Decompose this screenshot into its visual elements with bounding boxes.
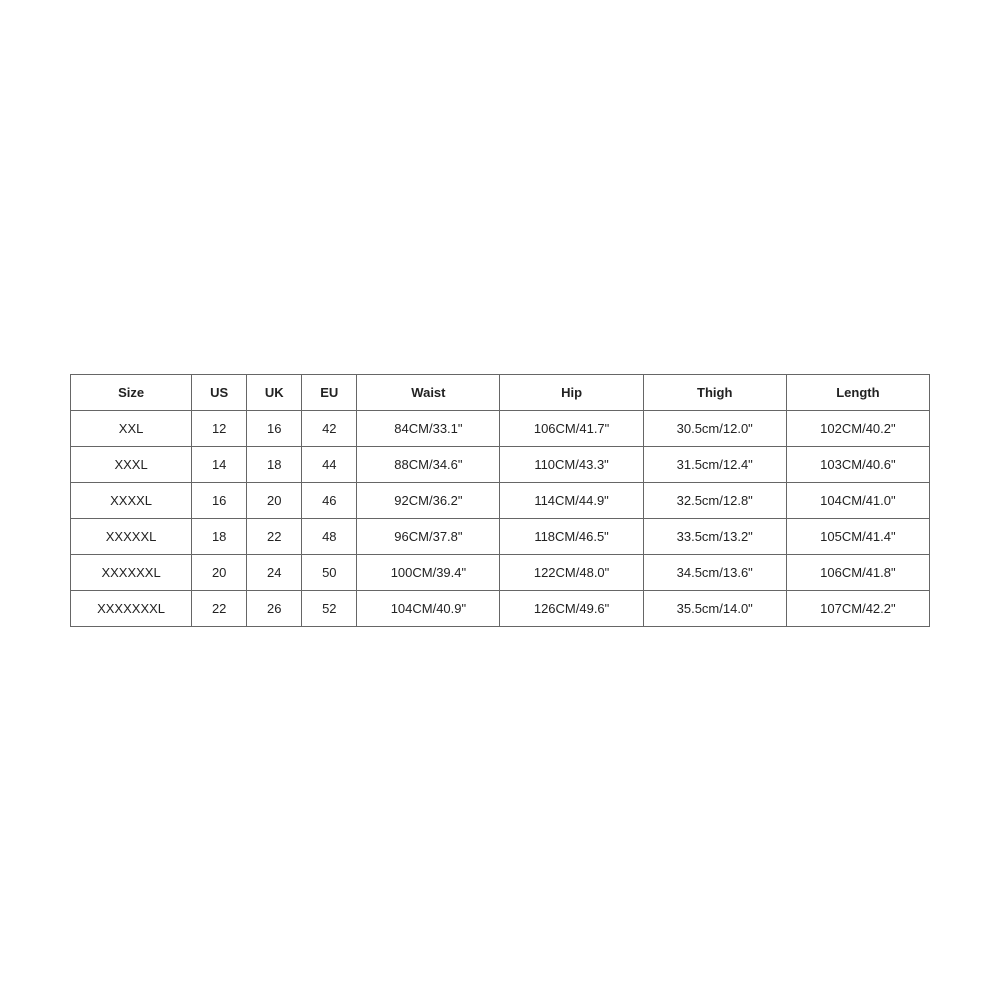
- cell-us: 18: [192, 518, 247, 554]
- cell-uk: 26: [247, 590, 302, 626]
- cell-uk: 24: [247, 554, 302, 590]
- header-hip: Hip: [500, 374, 643, 410]
- cell-waist: 92CM/36.2": [357, 482, 500, 518]
- cell-size: XXXXXL: [71, 518, 192, 554]
- cell-waist: 100CM/39.4": [357, 554, 500, 590]
- cell-length: 106CM/41.8": [786, 554, 929, 590]
- cell-hip: 106CM/41.7": [500, 410, 643, 446]
- header-eu: EU: [302, 374, 357, 410]
- cell-size: XXXXXXXL: [71, 590, 192, 626]
- header-waist: Waist: [357, 374, 500, 410]
- cell-us: 16: [192, 482, 247, 518]
- cell-thigh: 33.5cm/13.2": [643, 518, 786, 554]
- cell-eu: 50: [302, 554, 357, 590]
- header-length: Length: [786, 374, 929, 410]
- cell-eu: 44: [302, 446, 357, 482]
- cell-hip: 114CM/44.9": [500, 482, 643, 518]
- cell-thigh: 35.5cm/14.0": [643, 590, 786, 626]
- cell-hip: 118CM/46.5": [500, 518, 643, 554]
- cell-uk: 16: [247, 410, 302, 446]
- size-chart-container: Size US UK EU Waist Hip Thigh Length XXL…: [70, 374, 930, 627]
- cell-us: 12: [192, 410, 247, 446]
- cell-size: XXXXL: [71, 482, 192, 518]
- table-row: XXXXXXXL222652104CM/40.9"126CM/49.6"35.5…: [71, 590, 930, 626]
- cell-thigh: 30.5cm/12.0": [643, 410, 786, 446]
- header-thigh: Thigh: [643, 374, 786, 410]
- cell-us: 20: [192, 554, 247, 590]
- cell-length: 103CM/40.6": [786, 446, 929, 482]
- cell-uk: 20: [247, 482, 302, 518]
- cell-uk: 22: [247, 518, 302, 554]
- table-row: XXXL14184488CM/34.6"110CM/43.3"31.5cm/12…: [71, 446, 930, 482]
- cell-hip: 122CM/48.0": [500, 554, 643, 590]
- cell-hip: 126CM/49.6": [500, 590, 643, 626]
- cell-thigh: 34.5cm/13.6": [643, 554, 786, 590]
- cell-waist: 104CM/40.9": [357, 590, 500, 626]
- cell-size: XXXXXXL: [71, 554, 192, 590]
- cell-size: XXL: [71, 410, 192, 446]
- cell-length: 105CM/41.4": [786, 518, 929, 554]
- cell-hip: 110CM/43.3": [500, 446, 643, 482]
- cell-waist: 88CM/34.6": [357, 446, 500, 482]
- table-body: XXL12164284CM/33.1"106CM/41.7"30.5cm/12.…: [71, 410, 930, 626]
- table-header-row: Size US UK EU Waist Hip Thigh Length: [71, 374, 930, 410]
- cell-size: XXXL: [71, 446, 192, 482]
- table-row: XXXXL16204692CM/36.2"114CM/44.9"32.5cm/1…: [71, 482, 930, 518]
- cell-eu: 42: [302, 410, 357, 446]
- header-size: Size: [71, 374, 192, 410]
- size-chart-table: Size US UK EU Waist Hip Thigh Length XXL…: [70, 374, 930, 627]
- cell-uk: 18: [247, 446, 302, 482]
- cell-length: 104CM/41.0": [786, 482, 929, 518]
- cell-eu: 46: [302, 482, 357, 518]
- table-row: XXXXXXL202450100CM/39.4"122CM/48.0"34.5c…: [71, 554, 930, 590]
- cell-us: 14: [192, 446, 247, 482]
- cell-us: 22: [192, 590, 247, 626]
- cell-length: 107CM/42.2": [786, 590, 929, 626]
- cell-eu: 52: [302, 590, 357, 626]
- cell-thigh: 32.5cm/12.8": [643, 482, 786, 518]
- table-row: XXXXXL18224896CM/37.8"118CM/46.5"33.5cm/…: [71, 518, 930, 554]
- cell-waist: 84CM/33.1": [357, 410, 500, 446]
- table-row: XXL12164284CM/33.1"106CM/41.7"30.5cm/12.…: [71, 410, 930, 446]
- cell-thigh: 31.5cm/12.4": [643, 446, 786, 482]
- cell-length: 102CM/40.2": [786, 410, 929, 446]
- cell-waist: 96CM/37.8": [357, 518, 500, 554]
- header-uk: UK: [247, 374, 302, 410]
- header-us: US: [192, 374, 247, 410]
- cell-eu: 48: [302, 518, 357, 554]
